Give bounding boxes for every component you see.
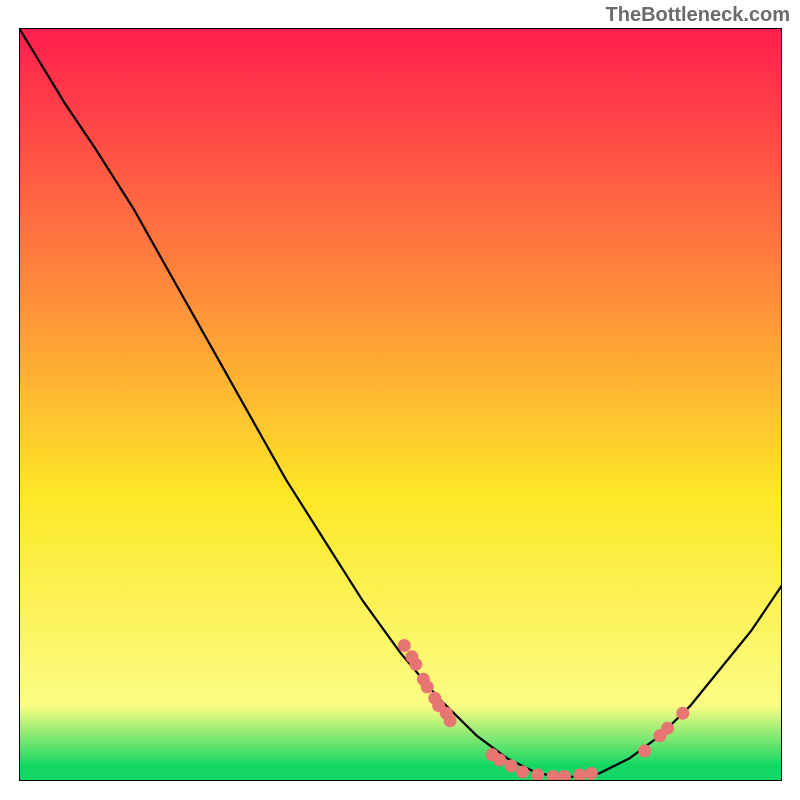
scatter-point (531, 769, 544, 782)
scatter-point (638, 744, 651, 757)
plot-area (19, 28, 782, 781)
scatter-point (493, 753, 506, 766)
scatter-point (421, 680, 434, 693)
scatter-point (516, 766, 529, 779)
watermark-text: TheBottleneck.com (606, 4, 790, 27)
gradient-bg (19, 28, 782, 781)
scatter-point (676, 707, 689, 720)
scatter-point (505, 759, 518, 772)
chart-svg (19, 28, 782, 781)
chart-container: TheBottleneck.com (0, 0, 800, 800)
scatter-point (444, 714, 457, 727)
scatter-point (398, 639, 411, 652)
scatter-point (409, 658, 422, 671)
scatter-point (661, 722, 674, 735)
scatter-point (585, 767, 598, 780)
scatter-point (573, 769, 586, 782)
